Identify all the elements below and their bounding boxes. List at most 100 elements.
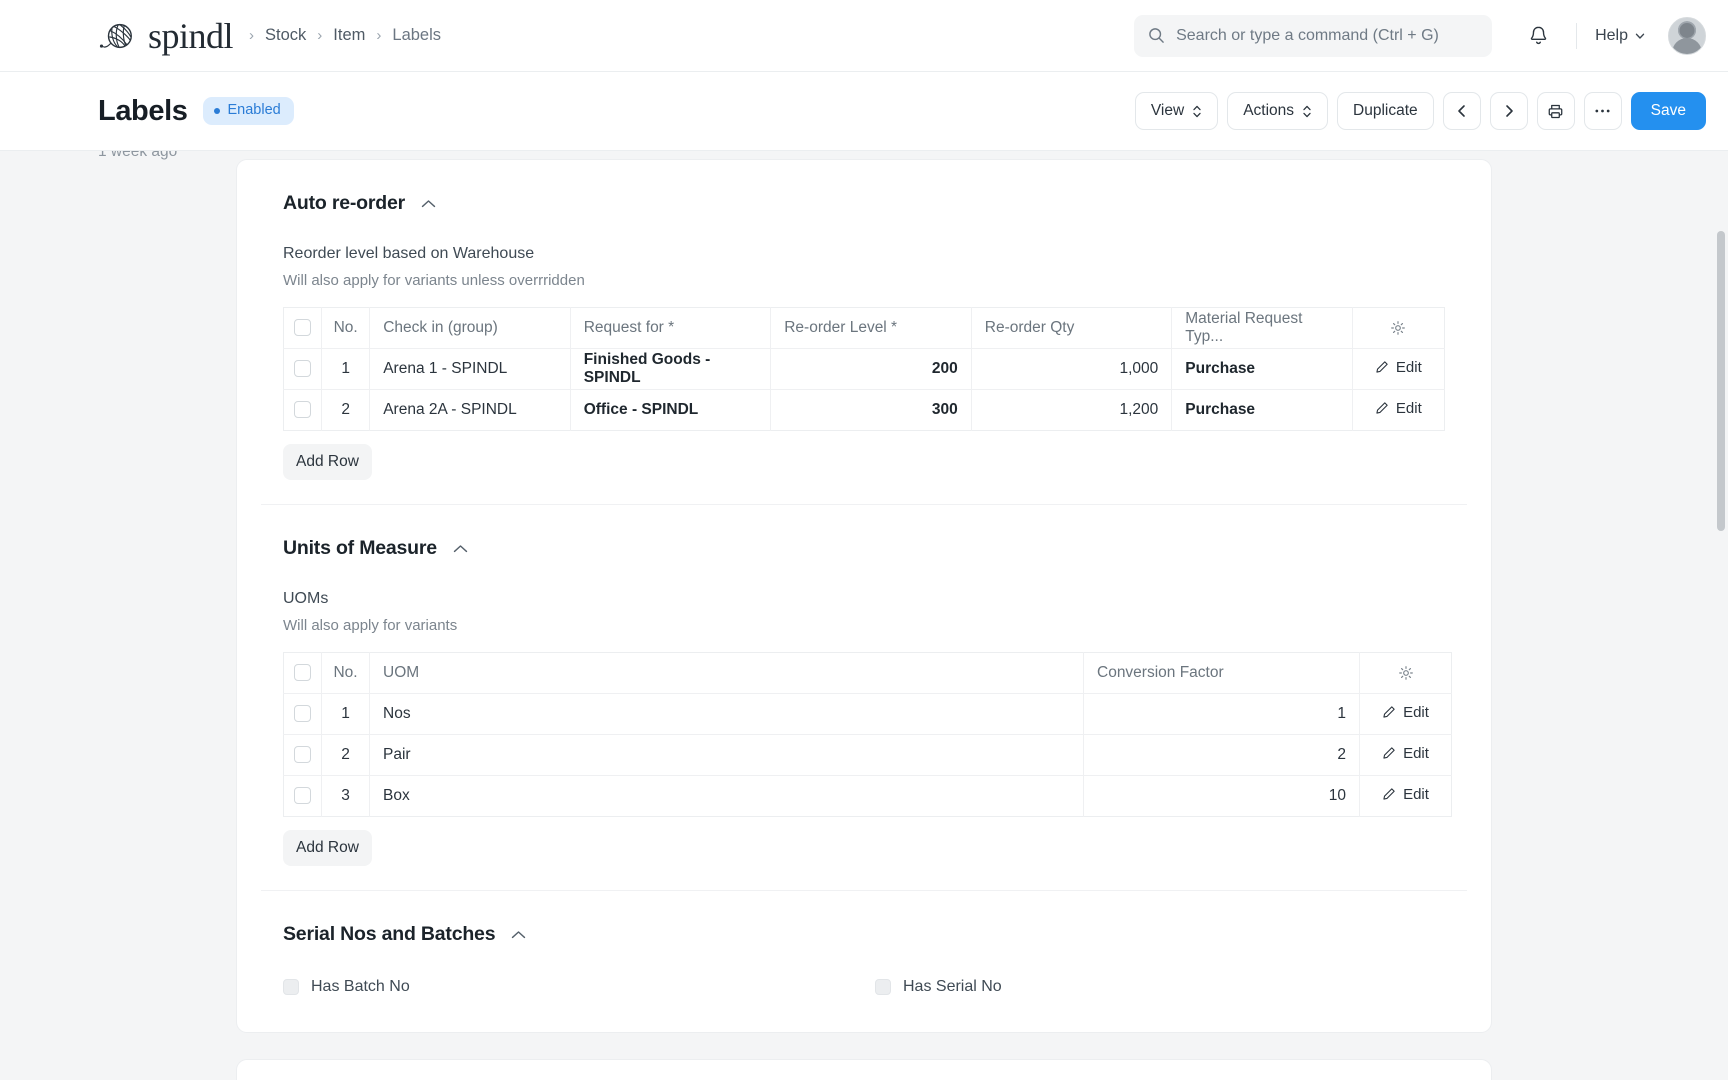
status-badge[interactable]: Enabled (203, 97, 294, 125)
help-menu[interactable]: Help (1595, 27, 1646, 45)
cell-no: 1 (321, 348, 371, 390)
grid-settings-header[interactable] (1352, 307, 1445, 349)
column-header-reorder-qty: Re-order Qty (971, 307, 1173, 349)
chevron-up-icon[interactable] (453, 544, 468, 554)
cell-conversion-factor[interactable]: 1 (1083, 693, 1360, 735)
edit-row-label: Edit (1395, 358, 1422, 376)
gear-icon[interactable] (1373, 665, 1438, 681)
page-title: Labels (98, 94, 188, 127)
serial-batch-checkbox-row: Has Batch No Has Serial No (261, 978, 1467, 996)
row-edit-cell[interactable]: Edit (1359, 693, 1452, 735)
select-all-checkbox[interactable] (294, 664, 311, 682)
cell-conversion-factor[interactable]: 2 (1083, 734, 1360, 776)
select-all-checkbox[interactable] (294, 319, 312, 337)
ellipsis-icon (1594, 108, 1611, 114)
row-edit-cell[interactable]: Edit (1359, 734, 1452, 776)
help-label: Help (1595, 26, 1628, 44)
duplicate-button[interactable]: Duplicate (1337, 92, 1434, 130)
actions-button[interactable]: Actions (1227, 92, 1329, 130)
table-row[interactable]: 3 Box 10 Edit (283, 775, 1452, 817)
row-edit-cell[interactable]: Edit (1360, 776, 1452, 817)
table-row[interactable]: 1 Arena 1 - SPINDL Finished Goods - SPIN… (283, 348, 1445, 390)
last-modified-text: 1 week ago (98, 151, 178, 160)
breadcrumb-item-labels[interactable]: Labels (392, 26, 441, 45)
add-row-button-uom[interactable]: Add Row (283, 830, 372, 866)
has-batch-no-field[interactable]: Has Batch No (283, 978, 875, 996)
add-row-button-reorder[interactable]: Add Row (283, 444, 372, 480)
has-serial-no-label: Has Serial No (903, 978, 1002, 995)
section-header-auto-re-order[interactable]: Auto re-order (261, 192, 1467, 215)
chevron-up-icon[interactable] (421, 199, 436, 209)
cell-uom[interactable]: Nos (369, 693, 1084, 735)
section-header-serial-nos-and-batches[interactable]: Serial Nos and Batches (261, 923, 1467, 946)
column-header-material-request-type: Material Request Typ... (1171, 307, 1353, 349)
form-sheet: Auto re-order Reorder level based on War… (236, 159, 1492, 1033)
cell-reorder-level[interactable]: 300 (770, 389, 972, 431)
cell-material-request-type[interactable]: Purchase (1171, 389, 1353, 431)
edit-row-button[interactable]: Edit (1373, 745, 1438, 762)
row-checkbox[interactable] (294, 360, 312, 378)
cell-check-in-group[interactable]: Arena 2A - SPINDL (369, 389, 571, 431)
cell-reorder-level[interactable]: 200 (770, 348, 972, 390)
edit-row-button[interactable]: Edit (1366, 359, 1431, 376)
gear-icon[interactable] (1366, 320, 1431, 336)
cell-request-for[interactable]: Office - SPINDL (570, 389, 772, 431)
cell-reorder-qty[interactable]: 1,000 (971, 348, 1173, 390)
section-title: Units of Measure (283, 537, 437, 559)
section-header-units-of-measure[interactable]: Units of Measure (261, 537, 1467, 560)
save-button[interactable]: Save (1630, 92, 1706, 130)
edit-row-button[interactable]: Edit (1373, 704, 1438, 721)
row-edit-cell[interactable]: Edit (1352, 390, 1444, 431)
table-row[interactable]: 2 Pair 2 Edit (283, 734, 1452, 776)
table-row[interactable]: 2 Arena 2A - SPINDL Office - SPINDL 300 … (283, 389, 1445, 431)
row-checkbox[interactable] (294, 705, 311, 723)
cell-material-request-type[interactable]: Purchase (1171, 348, 1353, 390)
row-checkbox[interactable] (294, 401, 312, 419)
chevron-right-icon (1502, 104, 1516, 118)
print-button[interactable] (1536, 92, 1575, 130)
row-select-cell (283, 734, 322, 776)
search-box[interactable] (1134, 14, 1493, 57)
view-button[interactable]: View (1134, 92, 1219, 130)
table-header-row: No. UOM Conversion Factor (283, 652, 1452, 694)
brand-logo-group[interactable]: spindl (98, 15, 234, 57)
breadcrumb-item-stock[interactable]: Stock (265, 26, 306, 45)
more-options-button[interactable] (1583, 92, 1622, 130)
table-row[interactable]: 1 Nos 1 Edit (283, 693, 1452, 735)
navbar-divider (1576, 22, 1578, 49)
edit-row-button[interactable]: Edit (1373, 786, 1438, 803)
cell-no: 1 (321, 693, 370, 735)
vertical-scrollbar[interactable] (1717, 231, 1725, 531)
chevron-up-icon[interactable] (511, 930, 526, 940)
cell-reorder-qty[interactable]: 1,200 (971, 389, 1173, 431)
row-edit-cell[interactable]: Edit (1352, 348, 1445, 390)
section-units-of-measure: Units of Measure UOMs Will also apply fo… (261, 505, 1467, 891)
breadcrumb-item-item[interactable]: Item (333, 26, 365, 45)
search-input[interactable] (1176, 26, 1479, 45)
column-header-check-in-group: Check in (group) (369, 307, 571, 349)
navbar-right-group: Help (1134, 14, 1706, 57)
has-serial-no-checkbox[interactable] (875, 979, 891, 995)
cell-uom[interactable]: Pair (369, 734, 1084, 776)
row-checkbox[interactable] (294, 746, 311, 764)
cell-check-in-group[interactable]: Arena 1 - SPINDL (369, 348, 571, 390)
section-title: Serial Nos and Batches (283, 923, 496, 945)
has-batch-no-checkbox[interactable] (283, 979, 299, 995)
cell-no: 2 (321, 389, 371, 431)
cell-conversion-factor[interactable]: 10 (1083, 775, 1360, 817)
grid-settings-header[interactable] (1359, 652, 1452, 694)
has-serial-no-field[interactable]: Has Serial No (875, 978, 1467, 996)
pencil-icon (1375, 360, 1389, 374)
row-checkbox[interactable] (294, 787, 311, 805)
edit-row-label: Edit (1403, 703, 1429, 721)
column-header-reorder-level: Re-order Level * (770, 307, 972, 349)
edit-row-button[interactable]: Edit (1366, 400, 1431, 417)
avatar[interactable] (1668, 16, 1706, 55)
notification-bell-icon[interactable] (1518, 16, 1558, 56)
select-all-header (283, 652, 322, 694)
previous-record-button[interactable] (1442, 92, 1481, 130)
cell-request-for[interactable]: Finished Goods - SPINDL (570, 348, 772, 390)
page-header: Labels Enabled View Actions Duplicate Sa… (0, 72, 1728, 151)
next-record-button[interactable] (1489, 92, 1528, 130)
cell-uom[interactable]: Box (369, 775, 1084, 817)
